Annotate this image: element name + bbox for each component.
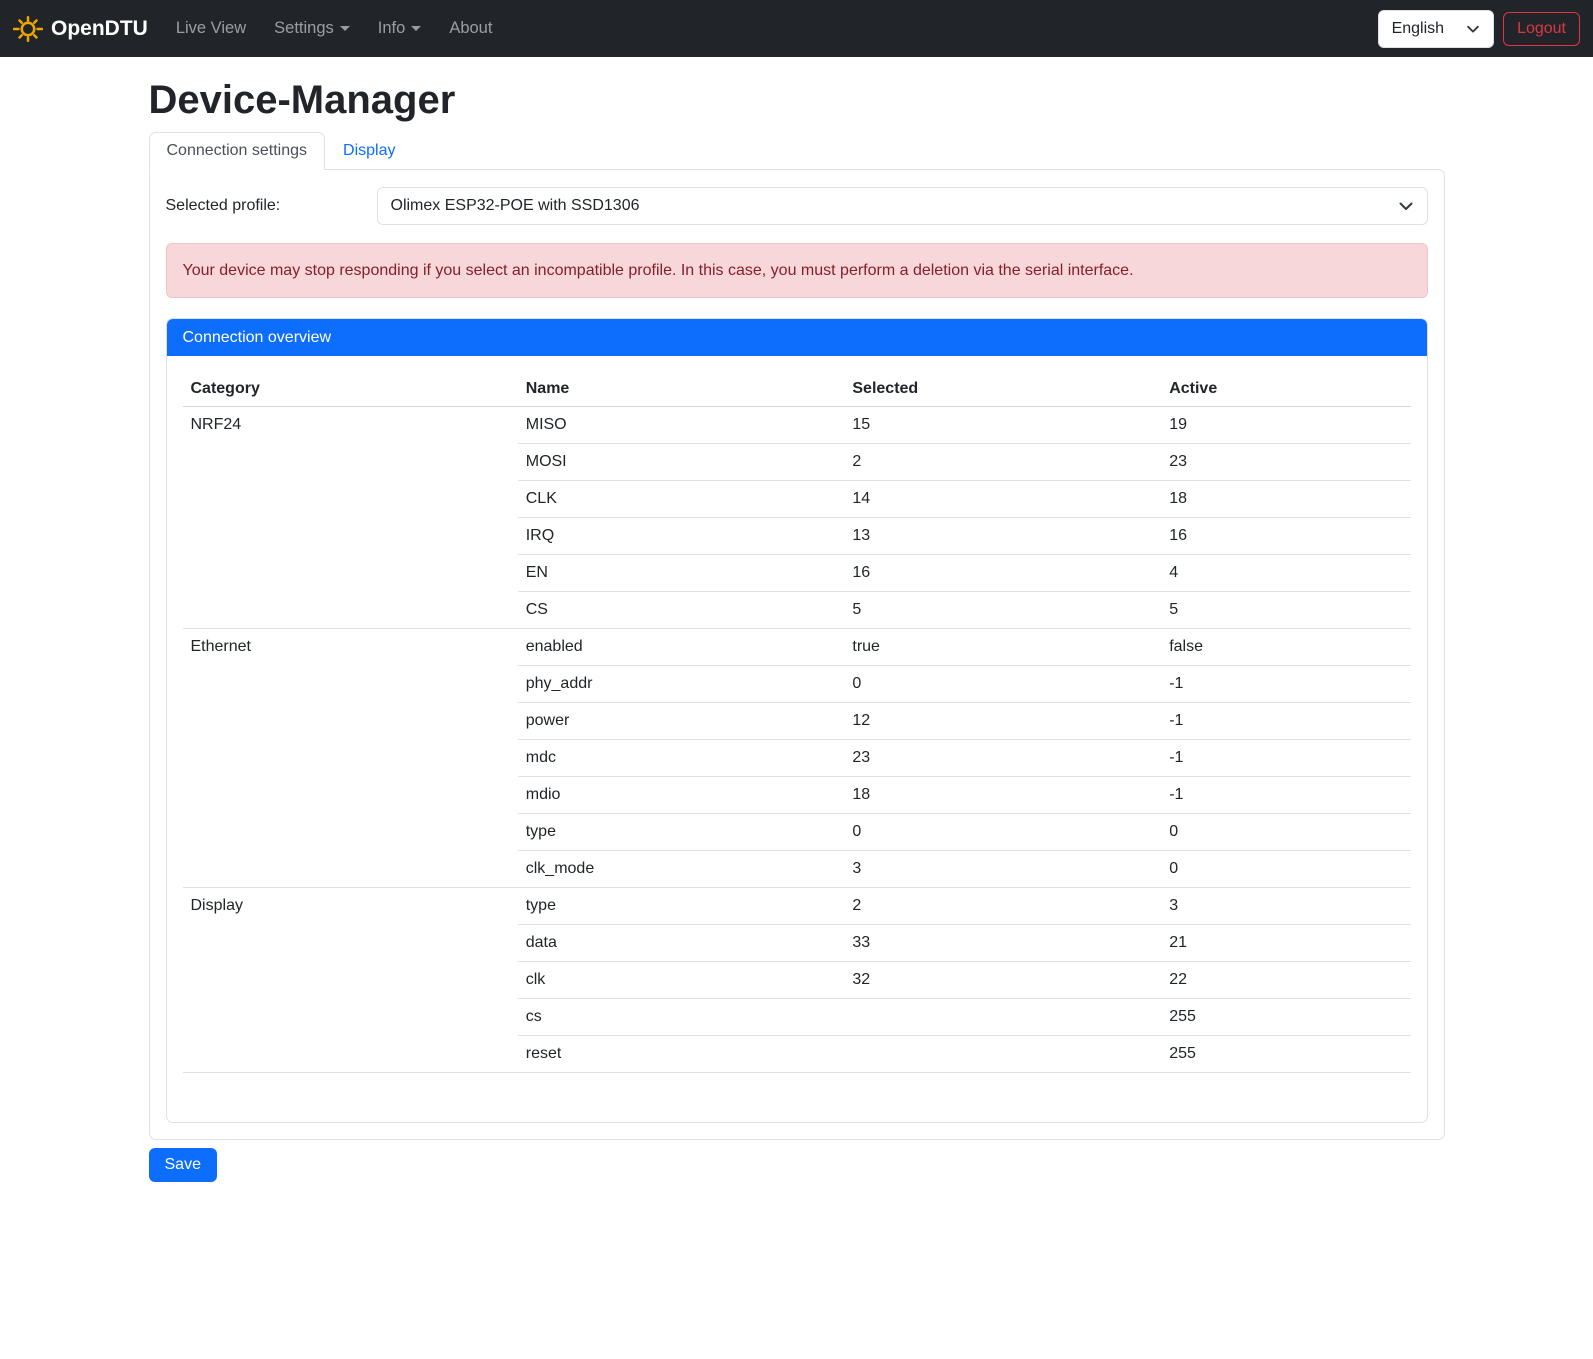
column-header-name: Name — [518, 372, 845, 407]
bottom-spacer — [149, 1182, 1445, 1302]
profile-row: Selected profile: Olimex ESP32-POE with … — [166, 187, 1428, 225]
overview-table-body: NRF24MISO1519MOSI223CLK1418IRQ1316EN164C… — [183, 407, 1411, 1073]
tab-content-card: Selected profile: Olimex ESP32-POE with … — [149, 169, 1445, 1140]
active-cell: 0 — [1161, 814, 1410, 851]
navbar: OpenDTU Live View Settings Info About En… — [0, 0, 1593, 57]
selected-cell: 32 — [844, 962, 1161, 999]
name-cell: MISO — [518, 407, 845, 444]
column-header-selected: Selected — [844, 372, 1161, 407]
chevron-down-icon — [1466, 22, 1480, 36]
selected-cell: true — [844, 629, 1161, 666]
active-cell: 0 — [1161, 851, 1410, 888]
name-cell: type — [518, 814, 845, 851]
active-cell: 3 — [1161, 888, 1410, 925]
name-cell: enabled — [518, 629, 845, 666]
nav-item-info[interactable]: Info — [364, 11, 436, 46]
active-cell: 255 — [1161, 1036, 1410, 1073]
nav-links: Live View Settings Info About — [162, 11, 507, 46]
table-row: Ethernetenabledtruefalse — [183, 629, 1411, 666]
table-row: NRF24MISO1519 — [183, 407, 1411, 444]
column-header-category: Category — [183, 372, 518, 407]
active-cell: -1 — [1161, 777, 1410, 814]
name-cell: power — [518, 703, 845, 740]
name-cell: CS — [518, 592, 845, 629]
profile-label: Selected profile: — [166, 197, 377, 215]
category-cell: Display — [183, 888, 518, 1073]
selected-cell: 13 — [844, 518, 1161, 555]
active-cell: 5 — [1161, 592, 1410, 629]
main-container: Device-Manager Connection settings Displ… — [149, 78, 1445, 1302]
selected-cell: 2 — [844, 444, 1161, 481]
incompatible-profile-warning: Your device may stop responding if you s… — [166, 243, 1428, 298]
connection-overview-body: Category Name Selected Active NRF24MISO1… — [167, 356, 1427, 1122]
tab-bar: Connection settings Display — [149, 132, 1445, 169]
name-cell: mdc — [518, 740, 845, 777]
profile-select[interactable]: Olimex ESP32-POE with SSD1306 — [377, 187, 1428, 225]
name-cell: reset — [518, 1036, 845, 1073]
column-header-active: Active — [1161, 372, 1410, 407]
name-cell: clk — [518, 962, 845, 999]
selected-cell: 5 — [844, 592, 1161, 629]
name-cell: type — [518, 888, 845, 925]
table-row: Displaytype23 — [183, 888, 1411, 925]
save-button[interactable]: Save — [149, 1148, 217, 1182]
name-cell: clk_mode — [518, 851, 845, 888]
profile-select-value: Olimex ESP32-POE with SSD1306 — [391, 197, 640, 215]
name-cell: cs — [518, 999, 845, 1036]
connection-overview-table: Category Name Selected Active NRF24MISO1… — [183, 372, 1411, 1073]
active-cell: 16 — [1161, 518, 1410, 555]
nav-item-live-view[interactable]: Live View — [162, 11, 260, 46]
table-header-row: Category Name Selected Active — [183, 372, 1411, 407]
active-cell: -1 — [1161, 740, 1410, 777]
tab-connection-settings[interactable]: Connection settings — [149, 132, 326, 170]
tab-display[interactable]: Display — [325, 132, 413, 170]
name-cell: mdio — [518, 777, 845, 814]
sun-icon — [13, 14, 43, 44]
selected-cell — [844, 999, 1161, 1036]
selected-cell: 0 — [844, 666, 1161, 703]
selected-cell: 33 — [844, 925, 1161, 962]
active-cell: 19 — [1161, 407, 1410, 444]
chevron-down-icon — [1398, 198, 1414, 214]
active-cell: -1 — [1161, 666, 1410, 703]
name-cell: MOSI — [518, 444, 845, 481]
selected-cell: 23 — [844, 740, 1161, 777]
name-cell: phy_addr — [518, 666, 845, 703]
name-cell: IRQ — [518, 518, 845, 555]
selected-cell: 2 — [844, 888, 1161, 925]
caret-down-icon — [411, 26, 421, 31]
selected-cell: 18 — [844, 777, 1161, 814]
brand-link[interactable]: OpenDTU — [13, 14, 148, 44]
selected-cell: 12 — [844, 703, 1161, 740]
brand-label: OpenDTU — [51, 17, 148, 41]
nav-item-about[interactable]: About — [435, 11, 506, 46]
selected-cell — [844, 1036, 1161, 1073]
caret-down-icon — [340, 26, 350, 31]
connection-overview-card: Connection overview Category Name Select… — [166, 318, 1428, 1123]
selected-cell: 15 — [844, 407, 1161, 444]
language-select-value: English — [1392, 20, 1444, 38]
selected-cell: 3 — [844, 851, 1161, 888]
logout-button[interactable]: Logout — [1503, 12, 1580, 46]
active-cell: 23 — [1161, 444, 1410, 481]
active-cell: 21 — [1161, 925, 1410, 962]
category-cell: Ethernet — [183, 629, 518, 888]
active-cell: 4 — [1161, 555, 1410, 592]
active-cell: -1 — [1161, 703, 1410, 740]
selected-cell: 14 — [844, 481, 1161, 518]
language-select[interactable]: English — [1378, 10, 1494, 48]
active-cell: false — [1161, 629, 1410, 666]
selected-cell: 0 — [844, 814, 1161, 851]
active-cell: 22 — [1161, 962, 1410, 999]
name-cell: EN — [518, 555, 845, 592]
name-cell: data — [518, 925, 845, 962]
page-title: Device-Manager — [149, 78, 1445, 123]
selected-cell: 16 — [844, 555, 1161, 592]
name-cell: CLK — [518, 481, 845, 518]
category-cell: NRF24 — [183, 407, 518, 629]
connection-overview-header: Connection overview — [167, 319, 1427, 356]
active-cell: 255 — [1161, 999, 1410, 1036]
active-cell: 18 — [1161, 481, 1410, 518]
nav-item-settings[interactable]: Settings — [260, 11, 364, 46]
